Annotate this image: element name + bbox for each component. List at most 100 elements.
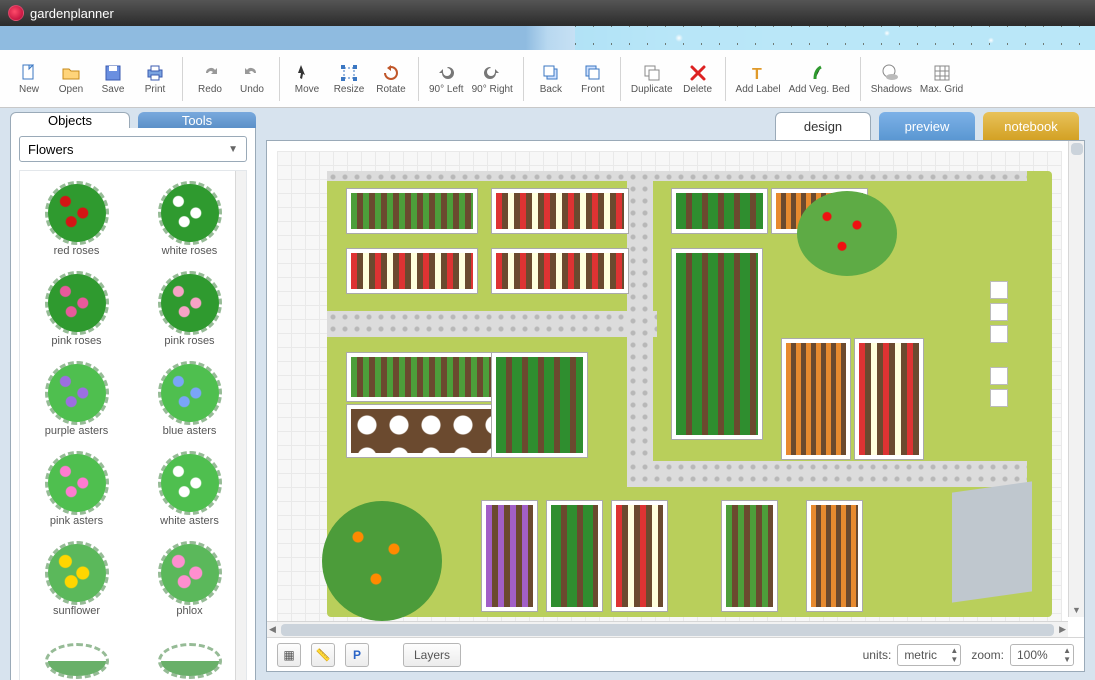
plan-bed[interactable] — [672, 249, 762, 439]
header-banner — [0, 26, 1095, 50]
plan-bed[interactable] — [855, 339, 923, 459]
back-button[interactable]: Back — [530, 55, 572, 103]
zoom-stepper[interactable]: 100% ▲ ▼ — [1010, 644, 1074, 666]
toolbar-group: MoveResizeRotate — [286, 55, 412, 103]
addvegbed-label: Add Veg. Bed — [789, 84, 850, 95]
toolbar-separator — [523, 57, 524, 101]
object-label: pink roses — [51, 335, 101, 347]
addlabel-button[interactable]: TAdd Label — [732, 55, 785, 103]
plan-bed[interactable] — [807, 501, 862, 611]
object-item-rose-white[interactable]: white roses — [133, 171, 246, 261]
canvas-hscroll-thumb[interactable] — [281, 624, 1054, 636]
zoom-value: 100% — [1017, 648, 1048, 662]
plan-bed[interactable] — [482, 501, 537, 611]
units-dropdown[interactable]: metric ▲ ▼ — [897, 644, 961, 666]
maxgrid-icon — [931, 62, 953, 84]
toolbar-group: DuplicateDelete — [627, 55, 719, 103]
grid-toggle-button[interactable]: ▦ — [277, 643, 301, 667]
plan-bed[interactable] — [347, 189, 477, 233]
object-item-sunflower[interactable]: sunflower — [20, 531, 133, 621]
rot90r-button[interactable]: 90° Right — [468, 55, 517, 103]
plan-bed[interactable] — [347, 249, 477, 293]
plan-bed[interactable] — [492, 189, 628, 233]
rot90l-button[interactable]: 90° Left — [425, 55, 468, 103]
app-logo-icon — [8, 5, 24, 21]
plan-box[interactable] — [990, 303, 1008, 321]
undo-button[interactable]: Undo — [231, 55, 273, 103]
plan-bed[interactable] — [612, 501, 667, 611]
plan-shed[interactable] — [952, 481, 1032, 602]
canvas-vscroll-thumb[interactable] — [1071, 143, 1083, 155]
tab-notebook[interactable]: notebook — [983, 112, 1079, 140]
rotate-button[interactable]: Rotate — [370, 55, 412, 103]
object-item-aster-pink[interactable]: pink asters — [20, 441, 133, 531]
front-button[interactable]: Front — [572, 55, 614, 103]
addvegbed-button[interactable]: Add Veg. Bed — [785, 55, 854, 103]
plan-box[interactable] — [990, 281, 1008, 299]
ruler-toggle-button[interactable]: 📏 — [311, 643, 335, 667]
object-item-partial[interactable] — [20, 621, 133, 680]
plan-box[interactable] — [990, 367, 1008, 385]
plan-bed[interactable] — [722, 501, 777, 611]
object-swatch — [48, 454, 106, 512]
new-button[interactable]: New — [8, 55, 50, 103]
open-button[interactable]: Open — [50, 55, 92, 103]
chevron-down-icon: ▼ — [1063, 655, 1071, 664]
print-button[interactable]: Print — [134, 55, 176, 103]
category-value: Flowers — [28, 142, 74, 157]
maxgrid-button[interactable]: Max. Grid — [916, 55, 967, 103]
move-icon — [296, 62, 318, 84]
object-item-aster-purple[interactable]: purple asters — [20, 351, 133, 441]
tab-preview[interactable]: preview — [879, 112, 975, 140]
plan-bed[interactable] — [672, 189, 767, 233]
save-label: Save — [102, 84, 125, 95]
canvas-hscrollbar[interactable] — [267, 621, 1068, 637]
plan-bed[interactable] — [547, 501, 602, 611]
toolbar-separator — [279, 57, 280, 101]
object-label: blue asters — [163, 425, 217, 437]
grid-icon: ▦ — [283, 648, 294, 662]
save-button[interactable]: Save — [92, 55, 134, 103]
shadows-button[interactable]: Shadows — [867, 55, 916, 103]
tab-objects-label: Objects — [48, 113, 92, 128]
resize-button[interactable]: Resize — [328, 55, 370, 103]
object-item-partial[interactable] — [133, 621, 246, 680]
tab-objects[interactable]: Objects — [10, 112, 130, 128]
plan-shrub[interactable] — [797, 191, 897, 276]
units-value: metric — [904, 648, 937, 662]
object-item-rose-red[interactable]: red roses — [20, 171, 133, 261]
design-canvas[interactable] — [277, 151, 1062, 627]
object-item-rose-pinkB[interactable]: pink roses — [133, 261, 246, 351]
back-icon — [540, 62, 562, 84]
object-swatch — [48, 184, 106, 242]
category-dropdown[interactable]: Flowers ▼ — [19, 136, 247, 162]
sidebar-scrollbar-thumb[interactable] — [237, 172, 245, 262]
plan-bed[interactable] — [782, 339, 850, 459]
toolbar: NewOpen Save Print RedoUndo MoveResizeRotate… — [0, 50, 1095, 108]
shadows-label: Shadows — [871, 84, 912, 95]
object-item-aster-white[interactable]: white asters — [133, 441, 246, 531]
layers-button[interactable]: Layers — [403, 643, 461, 667]
design-panel: design preview notebook — [266, 112, 1085, 672]
duplicate-button[interactable]: Duplicate — [627, 55, 677, 103]
tab-tools[interactable]: Tools — [138, 112, 256, 128]
properties-toggle-button[interactable]: P — [345, 643, 369, 667]
svg-text:T: T — [752, 66, 762, 83]
object-item-phlox[interactable]: phlox — [133, 531, 246, 621]
plan-box[interactable] — [990, 389, 1008, 407]
object-item-aster-blue[interactable]: blue asters — [133, 351, 246, 441]
object-item-rose-pinkA[interactable]: pink roses — [20, 261, 133, 351]
plan-bed[interactable] — [492, 353, 587, 457]
canvas-vscrollbar[interactable] — [1068, 141, 1084, 617]
plan-bed[interactable] — [492, 249, 628, 293]
objects-scroll[interactable]: red roseswhite rosespink rosespink roses… — [19, 170, 247, 680]
delete-button[interactable]: Delete — [677, 55, 719, 103]
resize-icon — [338, 62, 360, 84]
plan-tree[interactable] — [322, 501, 442, 621]
redo-button[interactable]: Redo — [189, 55, 231, 103]
duplicate-icon — [641, 62, 663, 84]
plan-box[interactable] — [990, 325, 1008, 343]
move-button[interactable]: Move — [286, 55, 328, 103]
tab-design[interactable]: design — [775, 112, 871, 140]
tab-preview-label: preview — [905, 119, 950, 134]
